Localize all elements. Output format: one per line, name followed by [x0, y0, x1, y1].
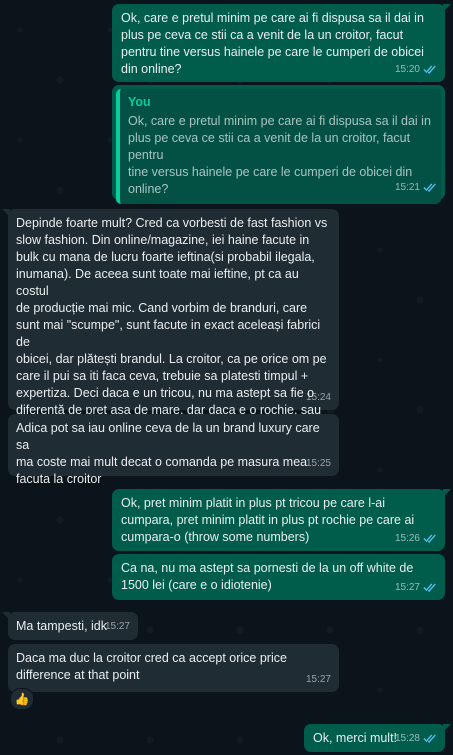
thumbs-up-reaction[interactable]: 👍	[10, 688, 34, 710]
message-text: Depinde foarte mult? Cred ca vorbesti de…	[16, 216, 328, 434]
message-meta: 15:21	[395, 179, 437, 196]
message-text: Daca ma duc la croitor cred ca accept or…	[16, 651, 287, 682]
incoming-message[interactable]: Ma tampesti, idk 15:27	[2, 612, 138, 640]
message-time: 15:21	[394, 182, 420, 193]
quoted-message[interactable]: You Ok, care e pretul minim pe care ai f…	[116, 89, 441, 204]
message-time: 15:25	[305, 458, 331, 469]
message-time: 15:27	[305, 674, 331, 685]
message-meta: 15:26	[395, 530, 437, 547]
double-check-read-icon	[423, 65, 437, 74]
message-time: 15:24	[305, 392, 331, 403]
message-meta: 15:27	[306, 671, 331, 688]
message-text: Ca na, nu ma astept sa pornesti de la un…	[121, 561, 414, 592]
message-time: 15:20	[394, 64, 420, 75]
double-check-read-icon	[423, 734, 437, 743]
message-meta: 15:27	[105, 618, 130, 635]
message-time: 15:28	[394, 733, 420, 744]
quote-author: You	[128, 95, 151, 109]
outgoing-message[interactable]: Ok, merci mult! 15:28	[304, 724, 451, 752]
message-text: Ok, pret minim platit in plus pt tricou …	[121, 496, 415, 544]
message-text: Adica pot sa iau online ceva de la un br…	[16, 421, 320, 486]
message-meta: 15:27	[395, 579, 437, 596]
message-meta: 15:28	[395, 730, 437, 747]
outgoing-message[interactable]: Ca na, nu ma astept sa pornesti de la un…	[112, 554, 445, 600]
outgoing-message[interactable]: Ok, pret minim platit in plus pt tricou …	[112, 489, 451, 551]
incoming-message[interactable]: Daca ma duc la croitor cred ca accept or…	[8, 644, 339, 692]
incoming-message[interactable]: Depinde foarte mult? Cred ca vorbesti de…	[2, 209, 339, 434]
chat-area[interactable]: Ok, care e pretul minim pe care ai fi di…	[0, 0, 453, 755]
message-text: Ok, care e pretul minim pe care ai fi di…	[121, 11, 424, 76]
message-time: 15:27	[394, 582, 420, 593]
double-check-read-icon	[423, 534, 437, 543]
outgoing-message[interactable]: Ok, care e pretul minim pe care ai fi di…	[112, 4, 451, 82]
message-meta: 15:24	[306, 389, 331, 406]
double-check-read-icon	[423, 583, 437, 592]
double-check-read-icon	[423, 183, 437, 192]
incoming-message[interactable]: Adica pot sa iau online ceva de la un br…	[8, 414, 339, 486]
outgoing-reply-message[interactable]: You Ok, care e pretul minim pe care ai f…	[112, 85, 445, 227]
message-time: 15:26	[394, 533, 420, 544]
message-meta: 15:20	[395, 61, 437, 78]
message-meta: 15:25	[306, 455, 331, 472]
quote-text: Ok, care e pretul minim pe care ai fi di…	[128, 114, 431, 196]
message-time: 15:27	[104, 621, 130, 632]
